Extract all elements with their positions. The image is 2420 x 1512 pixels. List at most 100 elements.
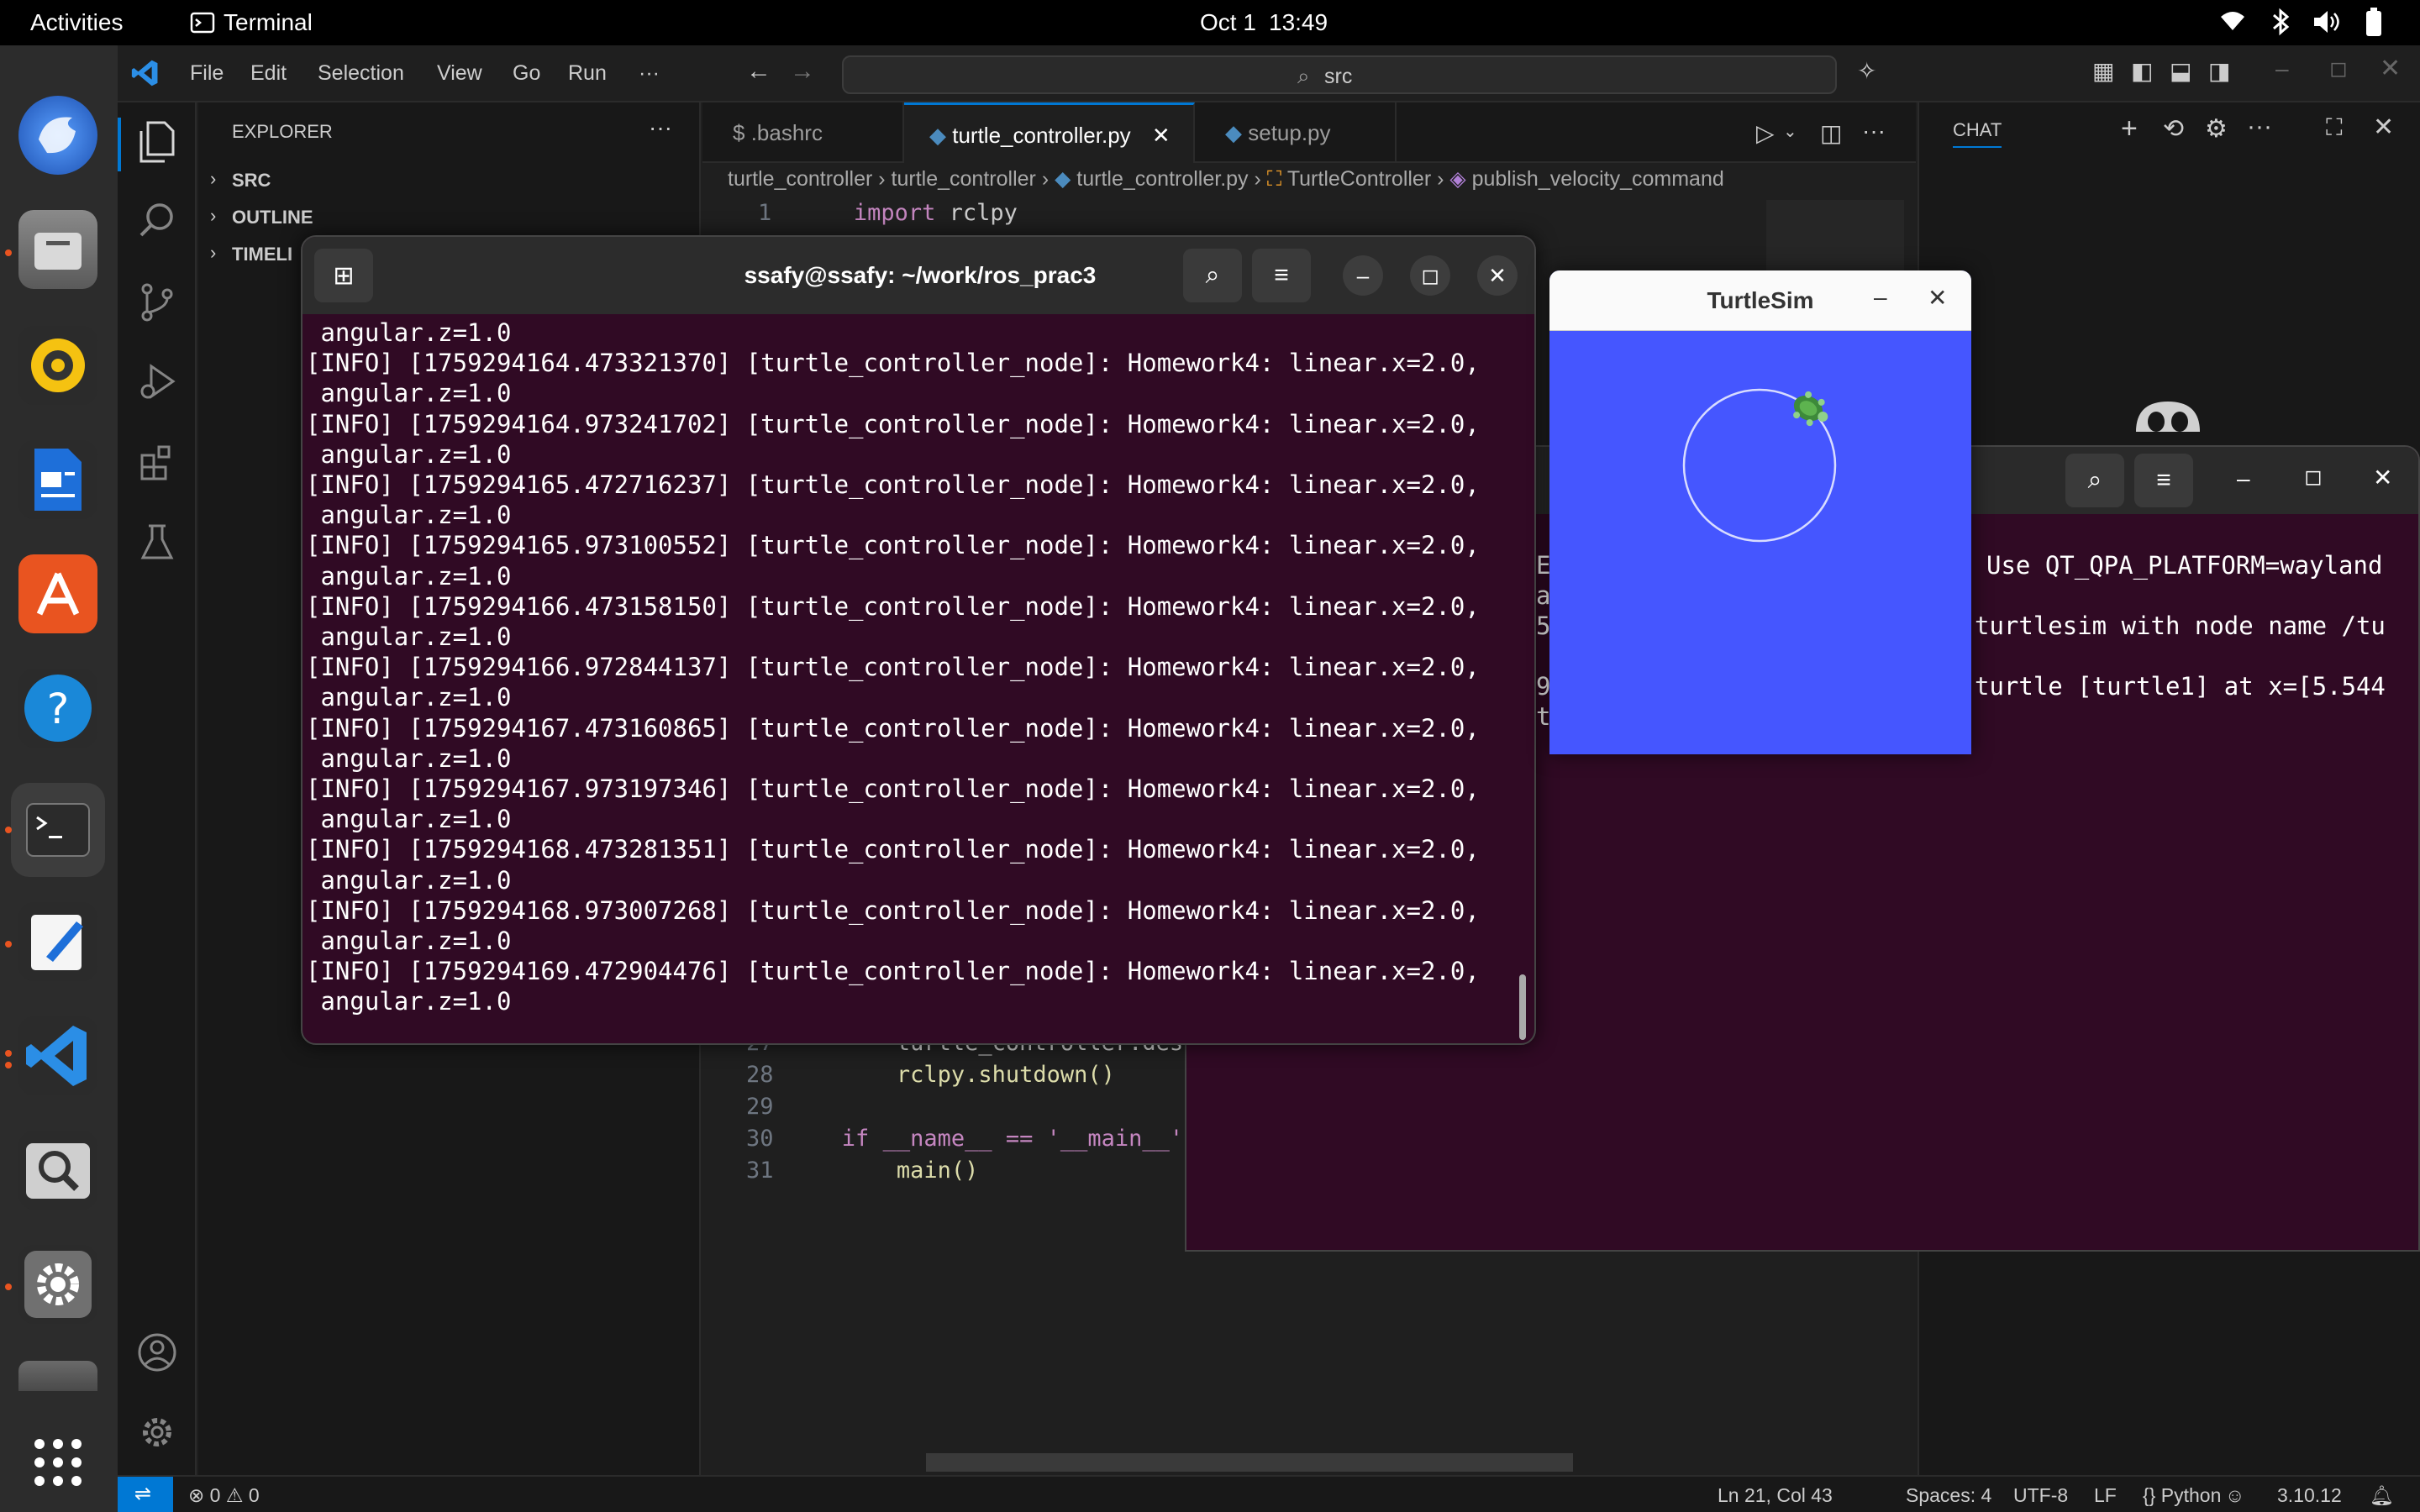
code-line-1[interactable]: 1 import rclpy <box>758 200 1018 226</box>
language-mode[interactable]: {} Python <box>2143 1484 2221 1507</box>
toggle-secondary-sidebar-icon[interactable]: ◨ <box>2208 57 2230 85</box>
close-panel-icon[interactable]: ✕ <box>2373 113 2394 142</box>
explorer-section-outline[interactable]: OUTLINE <box>232 207 313 228</box>
breadcrumb-folder[interactable]: turtle_controller <box>728 167 872 191</box>
help-icon[interactable]: ? <box>18 669 97 748</box>
layout-icon[interactable]: ▦ <box>2092 57 2114 85</box>
terminal2-maximize-icon[interactable]: ◻ <box>2304 464 2323 490</box>
turtlesim-close-icon[interactable]: ✕ <box>1928 284 1947 312</box>
manage-gear-icon[interactable] <box>134 1413 180 1458</box>
volume-icon[interactable] <box>2312 8 2341 41</box>
new-chat-icon[interactable]: + <box>2121 113 2138 145</box>
horizontal-scrollbar[interactable] <box>926 1453 1573 1472</box>
terminal2-close-icon[interactable]: ✕ <box>2373 464 2392 491</box>
chevron-right-icon[interactable]: › <box>210 168 216 190</box>
code-line-31[interactable]: 31 main() <box>746 1158 978 1184</box>
cursor-position[interactable]: Ln 21, Col 43 <box>1718 1484 1833 1507</box>
toggle-panel-icon[interactable]: ⬓ <box>2170 57 2191 85</box>
copilot-status-icon[interactable]: ☺ <box>2225 1484 2244 1507</box>
text-editor-icon[interactable] <box>18 902 97 981</box>
terminal-window[interactable]: ⊞ ssafy@ssafy: ~/work/ros_prac3 ⌕ ≡ – ◻ … <box>301 235 1536 1045</box>
command-center-search[interactable]: ⌕ src <box>842 55 1837 94</box>
accounts-icon[interactable] <box>134 1332 180 1378</box>
wifi-icon[interactable] <box>2218 7 2247 41</box>
history-icon[interactable]: ⟲ <box>2163 114 2184 144</box>
terminal-close-icon[interactable]: ✕ <box>1477 255 1518 296</box>
terminal-maximize-icon[interactable]: ◻ <box>1410 255 1450 296</box>
terminal-dock-icon[interactable] <box>11 783 105 877</box>
terminal-menu-icon[interactable]: ≡ <box>1252 249 1311 302</box>
testing-icon[interactable] <box>134 524 180 570</box>
extensions-icon[interactable] <box>134 444 180 489</box>
tab-close-icon[interactable]: ✕ <box>1152 123 1171 148</box>
split-editor-icon[interactable]: ◫ <box>1820 119 1842 147</box>
clock-date[interactable]: Oct 1 <box>1200 9 1256 36</box>
minimize-icon[interactable]: – <box>2275 55 2289 82</box>
trash-icon[interactable] <box>18 1361 97 1391</box>
python-version[interactable]: 3.10.12 <box>2277 1484 2342 1507</box>
maximize-panel-icon[interactable]: ⛶ <box>2326 114 2343 142</box>
code-line-29[interactable]: 29 <box>746 1094 842 1120</box>
tab-setup[interactable]: ◆ setup.py <box>1195 102 1397 163</box>
thunderbird-icon[interactable] <box>18 96 97 175</box>
terminal2-search-icon[interactable]: ⌕ <box>2065 454 2124 507</box>
vscode-dock-icon[interactable] <box>18 1016 97 1095</box>
explorer-icon[interactable] <box>134 121 180 166</box>
toggle-sidebar-icon[interactable]: ◧ <box>2131 57 2153 85</box>
writer-icon[interactable] <box>18 440 97 519</box>
terminal-scrollbar[interactable] <box>1519 974 1526 1040</box>
terminal-output[interactable]: angular.z=1.0 [INFO] [1759294164.47332137… <box>306 318 1516 1017</box>
turtlesim-window[interactable]: TurtleSim – ✕ <box>1549 270 1971 754</box>
notifications-bell-icon[interactable]: 🔔︎ <box>2370 1484 2394 1507</box>
menu-selection[interactable]: Selection <box>318 61 404 86</box>
editor-more-icon[interactable]: ··· <box>1862 118 1886 144</box>
breadcrumb-folder[interactable]: turtle_controller <box>892 167 1036 191</box>
files-icon[interactable] <box>18 210 97 289</box>
menu-run[interactable]: Run <box>568 61 607 86</box>
indentation[interactable]: Spaces: 4 <box>1906 1484 1991 1507</box>
chevron-right-icon[interactable]: › <box>210 205 216 227</box>
chat-settings-gear-icon[interactable]: ⚙ <box>2205 114 2228 144</box>
screenshot-magnifier-icon[interactable] <box>18 1131 97 1210</box>
nav-back-icon[interactable]: ← <box>746 57 771 86</box>
menu-file[interactable]: File <box>190 61 224 86</box>
menu-go[interactable]: Go <box>513 61 540 86</box>
chevron-right-icon[interactable]: › <box>210 242 216 264</box>
explorer-section-src[interactable]: SRC <box>232 170 271 192</box>
code-line-28[interactable]: 28 rclpy.shutdown() <box>746 1062 1115 1088</box>
breadcrumb-class[interactable]: TurtleController <box>1287 167 1431 191</box>
menu-view[interactable]: View <box>437 61 482 86</box>
settings-dock-icon[interactable] <box>18 1245 97 1324</box>
turtlesim-minimize-icon[interactable]: – <box>1874 284 1887 311</box>
activities-button[interactable]: Activities <box>30 9 123 36</box>
app-center-icon[interactable] <box>18 554 97 633</box>
terminal-minimize-icon[interactable]: – <box>1343 255 1383 296</box>
maximize-icon[interactable]: ◻ <box>2329 55 2348 81</box>
explorer-more-icon[interactable]: ··· <box>649 114 672 141</box>
terminal2-menu-icon[interactable]: ≡ <box>2134 454 2193 507</box>
tab-bashrc[interactable]: $ .bashrc <box>702 102 904 163</box>
explorer-section-timeline[interactable]: TIMELI <box>232 244 292 265</box>
battery-icon[interactable] <box>2365 7 2383 43</box>
terminal-search-icon[interactable]: ⌕ <box>1183 249 1242 302</box>
rhythmbox-icon[interactable] <box>18 326 97 405</box>
nav-forward-icon[interactable]: → <box>790 57 815 86</box>
remote-indicator[interactable]: ⇌ <box>118 1477 173 1512</box>
run-python-file-icon[interactable]: ▷ <box>1756 119 1775 147</box>
tab-turtle-controller[interactable]: ◆ turtle_controller.py ✕ <box>904 102 1195 163</box>
run-dropdown-chevron-icon[interactable]: ⌄ <box>1783 121 1797 142</box>
chat-more-icon[interactable]: ··· <box>2247 113 2272 141</box>
show-apps-icon[interactable] <box>18 1423 97 1502</box>
source-control-icon[interactable] <box>134 282 180 328</box>
search-icon[interactable] <box>134 202 180 247</box>
chat-title[interactable]: CHAT <box>1953 119 2002 148</box>
menu-more[interactable]: ··· <box>639 61 660 86</box>
breadcrumb-method[interactable]: publish_velocity_command <box>1472 167 1724 191</box>
code-line-30[interactable]: 30 if __name__ == '__main__': <box>746 1126 1197 1152</box>
close-icon[interactable]: ✕ <box>2380 54 2401 83</box>
copilot-icon[interactable]: ✧ <box>1857 57 1876 85</box>
problems-indicator[interactable]: ⊗ 0 ⚠ 0 <box>188 1484 260 1507</box>
bluetooth-icon[interactable] <box>2269 7 2292 44</box>
run-debug-icon[interactable] <box>134 363 180 408</box>
app-menu-label[interactable]: Terminal <box>224 9 313 36</box>
